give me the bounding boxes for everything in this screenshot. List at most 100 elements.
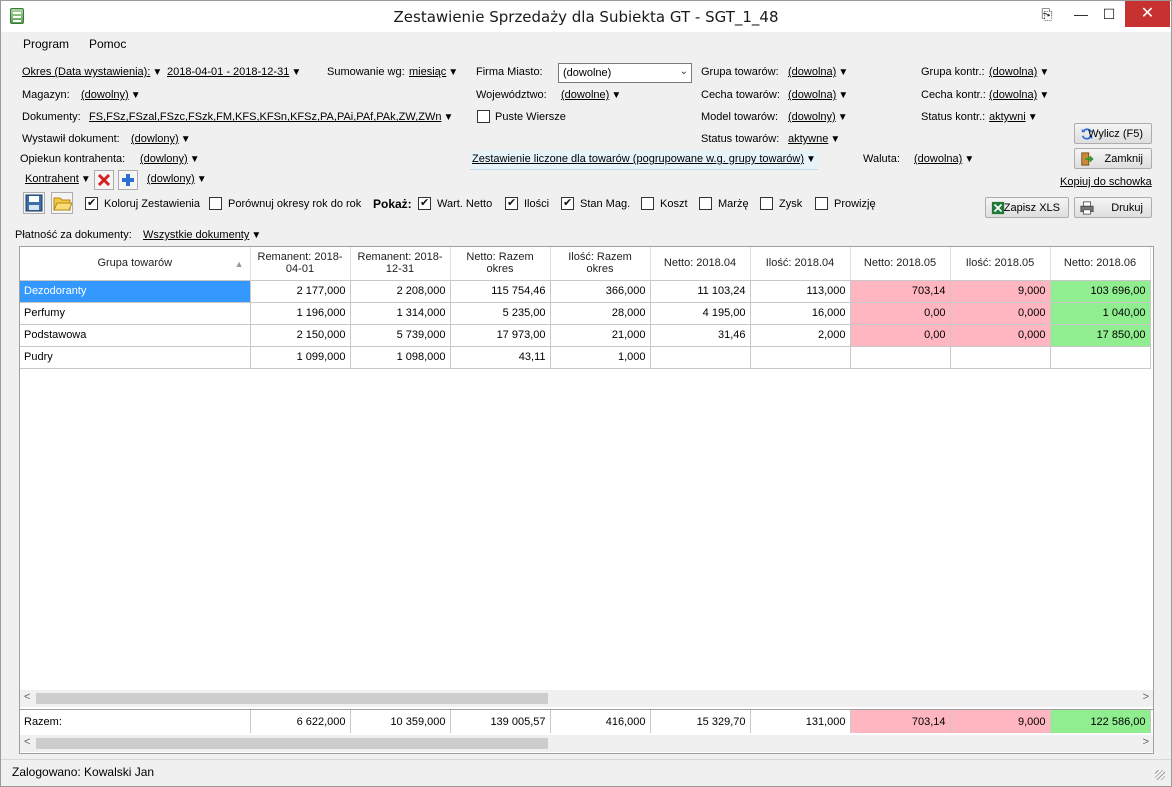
zapisz-xls-label: Zapisz XLS [1003, 202, 1060, 214]
grupa-kontr-dropdown[interactable]: (dowolna) ▼ [989, 66, 1049, 78]
status-towarow-dropdown[interactable]: aktywne ▼ [788, 133, 840, 145]
table-cell [850, 346, 951, 369]
porownaj-checkbox[interactable] [209, 197, 222, 210]
table-row[interactable]: Pudry 1 099,000 1 098,000 43,11 1,000 [20, 346, 1151, 369]
zysk-checkbox[interactable] [760, 197, 773, 210]
scrollbar-thumb[interactable] [36, 738, 548, 749]
header-remanent-end[interactable]: Remanent: 2018-12-31 [350, 247, 451, 281]
wystawil-dropdown[interactable]: (dowlony) ▼ [131, 133, 191, 145]
table-row[interactable]: Podstawowa 2 150,000 5 739,000 17 973,00… [20, 324, 1151, 347]
scroll-left-icon[interactable]: < [24, 691, 30, 703]
status-kontr-dropdown[interactable]: aktywni ▼ [989, 111, 1038, 123]
zestawienie-mode-dropdown[interactable]: Zestawienie liczone dla towarów (pogrupo… [470, 151, 818, 170]
cecha-kontr-dropdown[interactable]: (dowolna) ▼ [989, 89, 1049, 101]
koszt-checkbox[interactable] [641, 197, 654, 210]
sort-ascending-icon: ▲ [234, 259, 244, 269]
open-settings-button[interactable] [51, 192, 73, 214]
waluta-dropdown[interactable]: (dowolna) ▼ [914, 153, 974, 165]
dropdown-arrow-icon: ▼ [830, 134, 841, 145]
scroll-right-icon[interactable]: > [1143, 736, 1149, 748]
kontrahent-dropdown[interactable]: Kontrahent ▼ [25, 173, 91, 185]
wylicz-button[interactable]: Wylicz (F5) [1074, 123, 1152, 144]
okres-type-dropdown[interactable]: Okres (Data wystawienia): ▼ [22, 66, 162, 78]
firma-miasto-label: Firma Miasto: [476, 66, 543, 78]
stan-mag-checkbox[interactable] [561, 196, 574, 210]
header-ilosc-2018-04[interactable]: Ilość: 2018.04 [750, 247, 851, 281]
grupa-towarow-dropdown[interactable]: (dowolna) ▼ [788, 66, 848, 78]
save-settings-button[interactable] [23, 192, 45, 214]
scrollbar-thumb[interactable] [36, 693, 548, 704]
ilosci-checkbox[interactable] [505, 196, 518, 210]
menu-pomoc[interactable]: Pomoc [89, 37, 126, 51]
table-cell: 5 235,00 [450, 302, 551, 325]
menu-bar: Program Pomoc [1, 33, 1171, 55]
dropdown-arrow-icon: ▼ [251, 230, 262, 241]
table-row[interactable]: Perfumy 1 196,000 1 314,000 5 235,00 28,… [20, 302, 1151, 325]
cecha-towarow-label: Cecha towarów: [701, 89, 780, 101]
koszt-label: Koszt [660, 198, 688, 210]
total-cell: 139 005,57 [450, 710, 551, 733]
header-netto-2018-04[interactable]: Netto: 2018.04 [650, 247, 751, 281]
restore-extra-icon[interactable]: ⎘ [1033, 1, 1061, 27]
grupa-kontr-value: (dowolna) [989, 66, 1038, 78]
table-cell [650, 346, 751, 369]
total-cell: 6 622,000 [250, 710, 351, 733]
header-netto-2018-06[interactable]: Netto: 2018.06 [1050, 247, 1151, 281]
firma-miasto-combo[interactable]: (dowolne) ⌄ [558, 63, 692, 83]
exit-door-icon [1081, 152, 1094, 166]
zamknij-button[interactable]: Zamknij [1074, 148, 1152, 169]
kontrahent-value-dropdown[interactable]: (dowlony) ▼ [147, 173, 207, 185]
header-ilosc-razem[interactable]: Ilość: Razem okres [550, 247, 651, 281]
platnosc-dropdown[interactable]: Wszystkie dokumenty ▼ [143, 229, 261, 241]
kopiuj-do-schowka-link[interactable]: Kopiuj do schowka [1060, 176, 1152, 188]
puste-wiersze-checkbox[interactable] [477, 110, 490, 123]
drukuj-button[interactable]: Drukuj [1074, 197, 1152, 218]
prowizje-checkbox[interactable] [815, 197, 828, 210]
chevron-down-icon: ⌄ [679, 66, 688, 77]
sumowanie-dropdown[interactable]: miesiąc ▼ [409, 66, 458, 78]
table-cell: 5 739,000 [350, 324, 451, 347]
maximize-button[interactable]: ☐ [1095, 1, 1123, 27]
total-cell: 15 329,70 [650, 710, 751, 733]
scroll-left-icon[interactable]: < [24, 736, 30, 748]
dokumenty-dropdown[interactable]: FS,FSz,FSzal,FSzc,FSzk,FM,KFS,KFSn,KFSz,… [89, 111, 453, 123]
header-netto-2018-05[interactable]: Netto: 2018.05 [850, 247, 951, 281]
opiekun-dropdown[interactable]: (dowlony) ▼ [140, 153, 200, 165]
menu-program[interactable]: Program [23, 37, 69, 51]
wystawil-value: (dowlony) [131, 133, 179, 145]
magazyn-value: (dowolny) [81, 89, 129, 101]
table-cell: 2 208,000 [350, 280, 451, 303]
wojewodztwo-dropdown[interactable]: (dowolne) ▼ [561, 89, 621, 101]
kontrahent-label: Kontrahent [25, 173, 79, 185]
grid-horizontal-scrollbar[interactable]: < > [20, 690, 1153, 707]
totals-horizontal-scrollbar[interactable]: < > [20, 735, 1153, 752]
wart-netto-checkbox[interactable] [418, 196, 431, 210]
title-bar: Zestawienie Sprzedaży dla Subiekta GT - … [1, 1, 1171, 32]
header-netto-razem[interactable]: Netto: Razem okres [450, 247, 551, 281]
dropdown-arrow-icon: ▼ [152, 67, 163, 78]
data-grid[interactable]: Grupa towarów ▲ Remanent: 2018-04-01 Rema… [19, 246, 1154, 754]
header-ilosc-2018-05[interactable]: Ilość: 2018.05 [950, 247, 1051, 281]
header-remanent-start[interactable]: Remanent: 2018-04-01 [250, 247, 351, 281]
marze-checkbox[interactable] [699, 197, 712, 210]
totals-label: Razem: [20, 710, 251, 733]
remove-kontrahent-button[interactable] [94, 170, 114, 190]
zapisz-xls-button[interactable]: Zapisz XLS [985, 197, 1069, 218]
okres-value-dropdown[interactable]: 2018-04-01 - 2018-12-31 ▼ [167, 66, 301, 78]
table-cell: 2 150,000 [250, 324, 351, 347]
cecha-towarow-dropdown[interactable]: (dowolna) ▼ [788, 89, 848, 101]
model-towarow-dropdown[interactable]: (dowolny) ▼ [788, 111, 848, 123]
header-grupa-towarow[interactable]: Grupa towarów ▲ [20, 247, 251, 281]
scroll-right-icon[interactable]: > [1143, 691, 1149, 703]
koloruj-checkbox[interactable] [85, 196, 98, 210]
close-window-button[interactable]: ✕ [1125, 1, 1170, 27]
dropdown-arrow-icon: ▼ [196, 174, 207, 185]
table-cell: 28,000 [550, 302, 651, 325]
table-row[interactable]: Dezodoranty 2 177,000 2 208,000 115 754,… [20, 280, 1151, 303]
resize-grip-icon[interactable] [1155, 770, 1165, 780]
add-kontrahent-button[interactable] [118, 170, 138, 190]
table-cell: 703,14 [850, 280, 951, 303]
magazyn-dropdown[interactable]: (dowolny) ▼ [81, 89, 141, 101]
table-cell: 11 103,24 [650, 280, 751, 303]
minimize-button[interactable]: — [1067, 1, 1095, 27]
